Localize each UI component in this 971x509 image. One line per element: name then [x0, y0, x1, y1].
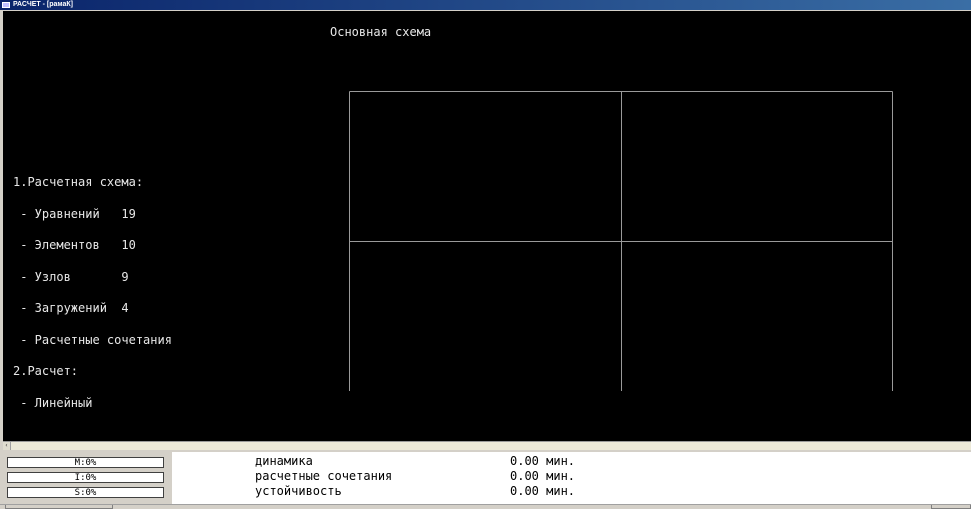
window-title-bar[interactable]: РАСЧЕТ - [рамаК]: [0, 0, 971, 10]
info-line: 1.Расчетная схема:: [13, 175, 144, 189]
scroll-left-arrow-icon[interactable]: ‹: [3, 442, 11, 450]
info-line: - Элементов 10: [13, 238, 136, 252]
meter-i: I:0%: [7, 472, 164, 483]
task-time: 0.00 мин.: [510, 484, 576, 498]
info-line: - Загружений 4: [13, 301, 129, 315]
task-time: 0.00 мин.: [510, 454, 576, 468]
calculation-canvas: Основная схема 1.Расчетная схема: - Урав…: [3, 11, 971, 441]
calculation-info-list: 1.Расчетная схема: - Уравнений 19 - Элем…: [13, 156, 172, 429]
task-name: динамика: [255, 454, 313, 468]
info-line: - Уравнений 19: [13, 206, 136, 221]
status-tab-right: [931, 505, 971, 509]
bottom-status-strip: [0, 504, 971, 509]
scheme-title: Основная схема: [330, 25, 432, 39]
window-title: РАСЧЕТ - [рамаК]: [13, 1, 73, 8]
task-name: устойчивость: [255, 484, 342, 498]
status-tab-left: [5, 505, 113, 509]
info-line: - Расчетные сочетания: [13, 332, 172, 347]
task-time: 0.00 мин.: [510, 469, 576, 483]
info-line: - Линейный: [13, 395, 93, 410]
task-timing-panel: динамика 0.00 мин. расчетные сочетания 0…: [172, 452, 971, 504]
info-line: - Узлов 9: [13, 269, 129, 284]
resource-meters-panel: M:0% I:0% S:0%: [0, 452, 170, 504]
task-name: расчетные сочетания: [255, 469, 393, 483]
meter-m: M:0%: [7, 457, 164, 468]
frame-scheme-drawing: [349, 91, 893, 391]
horizontal-scrollbar[interactable]: ‹: [3, 441, 971, 450]
app-window-icon[interactable]: [2, 2, 10, 8]
info-line: 2.Расчет:: [13, 364, 79, 378]
meter-s: S:0%: [7, 487, 164, 498]
